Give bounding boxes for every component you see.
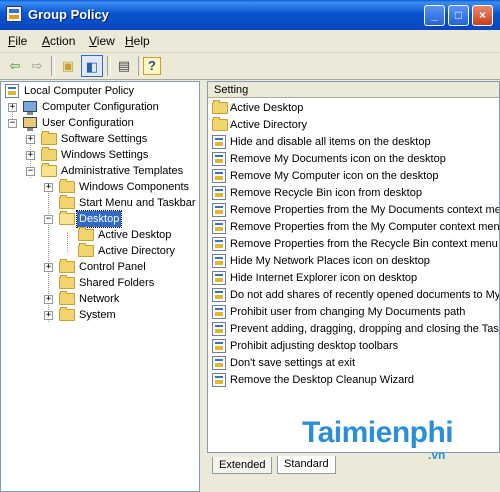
tab-extended[interactable]: Extended: [212, 457, 273, 474]
folder-icon: [212, 100, 228, 114]
back-arrow-icon[interactable]: ⇦: [4, 55, 26, 77]
watermark-domain: .vn: [428, 448, 446, 462]
policy-setting-icon: [212, 237, 226, 251]
minimize-button[interactable]: _: [424, 5, 445, 26]
folder-icon: [59, 275, 75, 289]
policy-setting-icon: [212, 322, 226, 336]
policy-icon: [5, 84, 19, 98]
computer-icon: [23, 101, 37, 115]
policy-setting-icon: [212, 271, 226, 285]
folder-icon: [59, 195, 75, 209]
tree-item-administrative-templates[interactable]: − Administrative Templates: [1, 163, 199, 179]
maximize-button[interactable]: □: [448, 5, 469, 26]
tree-item-windows-settings[interactable]: + Windows Settings: [1, 147, 199, 163]
expand-icon[interactable]: +: [8, 103, 17, 112]
menu-bar: File Action View Help: [0, 30, 500, 53]
policy-setting-icon: [212, 254, 226, 268]
tree-item-system[interactable]: + System: [1, 307, 199, 323]
folder-icon: [212, 117, 228, 131]
tree-item-desktop[interactable]: − Desktop: [1, 210, 199, 228]
pane-splitter[interactable]: [200, 81, 207, 492]
policy-setting-icon: [212, 152, 226, 166]
policy-setting-icon: [212, 186, 226, 200]
tree-item-network[interactable]: + Network: [1, 291, 199, 307]
policy-setting-icon: [212, 305, 226, 319]
folder-icon: [78, 227, 94, 241]
folder-icon: [59, 259, 75, 273]
tree-item-control-panel[interactable]: + Control Panel: [1, 259, 199, 275]
window-title: Group Policy: [28, 7, 109, 22]
collapse-icon[interactable]: −: [44, 215, 53, 224]
policy-setting-icon: [212, 220, 226, 234]
group-policy-app-icon[interactable]: [6, 6, 22, 22]
expand-icon[interactable]: +: [44, 183, 53, 192]
menu-help[interactable]: Help: [125, 34, 150, 48]
expand-icon[interactable]: +: [44, 311, 53, 320]
tree-item-active-directory[interactable]: Active Directory: [1, 243, 199, 259]
export-list-icon[interactable]: ▤: [113, 55, 135, 77]
show-hide-tree-icon[interactable]: ◧: [81, 55, 103, 77]
tree-item-active-desktop[interactable]: Active Desktop: [1, 227, 199, 243]
menu-action[interactable]: Action: [42, 34, 75, 48]
policy-setting-icon: [212, 339, 226, 353]
user-icon: [23, 117, 37, 131]
toolbar: ⇦ ⇨ ▣ ◧ ▤ ?: [0, 53, 500, 80]
up-folder-icon[interactable]: ▣: [57, 55, 79, 77]
menu-file[interactable]: File: [8, 34, 27, 48]
tree-pane[interactable]: Local Computer Policy + Computer Configu…: [0, 81, 200, 492]
folder-icon: [41, 131, 57, 145]
tree-item-user-configuration[interactable]: − User Configuration: [1, 115, 199, 131]
open-folder-icon: [41, 163, 57, 177]
column-header-setting[interactable]: Setting: [208, 82, 499, 98]
menu-view[interactable]: View: [89, 34, 115, 48]
view-tab-bar: Extended Standard: [207, 453, 500, 492]
tree-item-shared-folders[interactable]: Shared Folders: [1, 275, 199, 291]
folder-icon: [78, 243, 94, 257]
policy-setting-icon: [212, 203, 226, 217]
title-bar[interactable]: Group Policy _ □ ×: [0, 0, 500, 30]
tree-item-software-settings[interactable]: + Software Settings: [1, 131, 199, 147]
expand-icon[interactable]: +: [44, 295, 53, 304]
folder-icon: [59, 179, 75, 193]
collapse-icon[interactable]: −: [26, 167, 35, 176]
policy-setting-icon: [212, 373, 226, 387]
collapse-icon[interactable]: −: [8, 119, 17, 128]
policy-setting-icon: [212, 356, 226, 370]
close-button[interactable]: ×: [472, 5, 493, 26]
policy-setting-icon: [212, 169, 226, 183]
folder-icon: [59, 291, 75, 305]
expand-icon[interactable]: +: [26, 135, 35, 144]
policy-setting-icon: [212, 135, 226, 149]
policy-setting-icon: [212, 288, 226, 302]
help-icon[interactable]: ?: [143, 57, 161, 75]
settings-list-pane[interactable]: Setting Active Desktop Active Directory …: [207, 81, 500, 453]
tab-standard[interactable]: Standard: [277, 456, 336, 474]
folder-icon: [59, 307, 75, 321]
tree-item-start-menu-and-taskbar[interactable]: Start Menu and Taskbar: [1, 195, 199, 211]
folder-icon: [41, 147, 57, 161]
tree-item-computer-configuration[interactable]: + Computer Configuration: [1, 99, 199, 115]
open-folder-icon: [59, 211, 75, 225]
expand-icon[interactable]: +: [26, 151, 35, 160]
toolbar-separator: [51, 56, 55, 76]
toolbar-separator: [107, 56, 111, 76]
tree-item-windows-components[interactable]: + Windows Components: [1, 179, 199, 195]
toolbar-separator: [138, 56, 142, 76]
forward-arrow-icon[interactable]: ⇨: [26, 55, 48, 77]
watermark-logo: Taimienphi: [302, 416, 454, 449]
expand-icon[interactable]: +: [44, 263, 53, 272]
